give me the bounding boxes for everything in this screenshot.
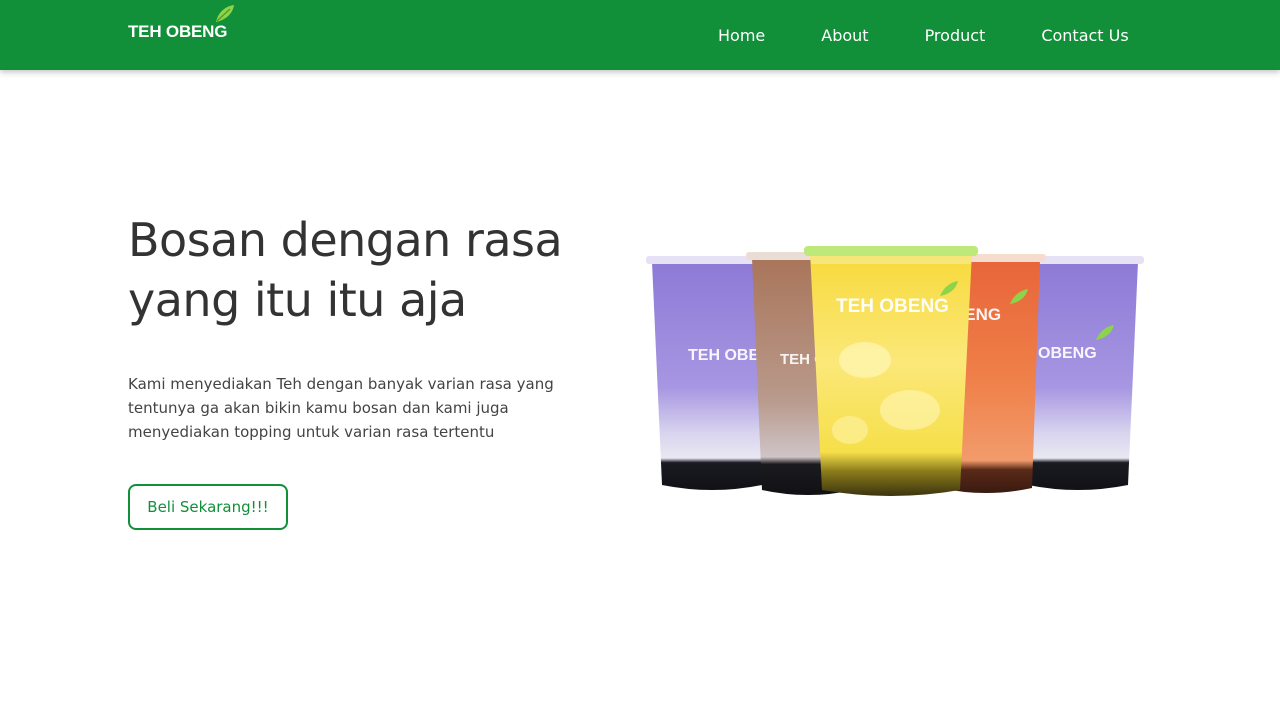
nav-link-about[interactable]: About xyxy=(821,26,868,45)
main-nav: Home About Product Contact Us xyxy=(700,0,1185,70)
cup-logo-text: TEH OBENG xyxy=(836,296,949,317)
hero-description: Kami menyediakan Teh dengan banyak varia… xyxy=(128,375,554,441)
buy-now-button[interactable]: Beli Sekarang!!! xyxy=(128,484,288,530)
hero-title: Bosan dengan rasa yang itu itu aja xyxy=(128,210,598,330)
product-image: TEH OBE H OBENG TEH O BENG TEH OBENG xyxy=(646,246,1144,496)
nav-link-product[interactable]: Product xyxy=(925,26,986,45)
svg-text:TEH OBE: TEH OBE xyxy=(688,347,759,364)
leaf-icon xyxy=(216,5,234,22)
nav-link-contact-us[interactable]: Contact Us xyxy=(1041,26,1128,45)
logo-text: TEH OBENG xyxy=(128,22,228,41)
navbar: TEH OBENG Home About Product Contact Us xyxy=(0,0,1280,70)
hero-title-line-2: yang itu itu aja xyxy=(128,273,467,327)
brand-logo[interactable]: TEH OBENG xyxy=(128,5,238,48)
nav-link-home[interactable]: Home xyxy=(718,26,765,45)
hero-title-line-1: Bosan dengan rasa xyxy=(128,213,563,267)
cup-yellow: TEH OBENG xyxy=(804,246,978,496)
